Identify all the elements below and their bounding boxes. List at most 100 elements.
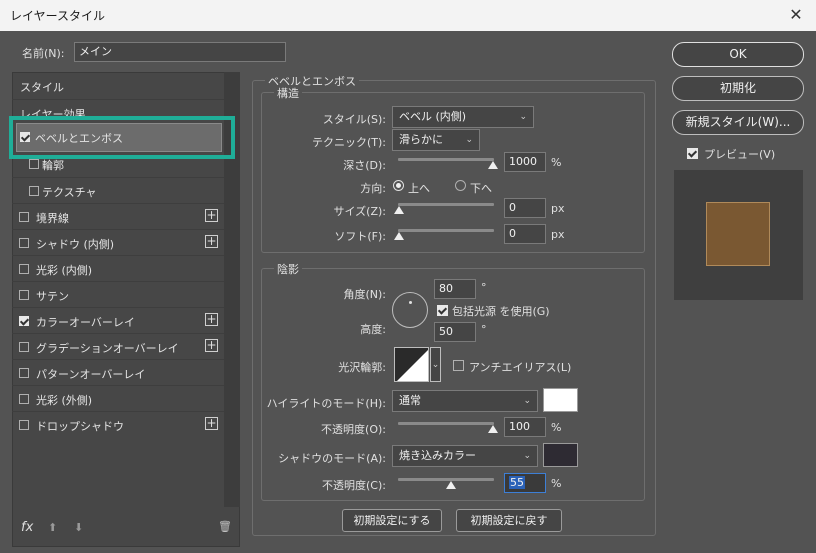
highlight-opacity-label: 不透明度(O): [321, 423, 386, 436]
style-item-label: パターンオーバーレイ [36, 368, 146, 381]
style-item-checkbox[interactable] [19, 212, 29, 222]
chevron-down-icon: ⌄ [523, 396, 531, 406]
new-style-button[interactable]: 新規スタイル(W)... [672, 110, 804, 135]
styles-header[interactable]: スタイル [12, 73, 224, 99]
direction-label: 方向: [360, 182, 386, 195]
shadow-opacity-slider-thumb[interactable] [446, 481, 456, 489]
highlight-opacity-slider-thumb[interactable] [488, 425, 498, 433]
style-item-row[interactable]: ドロップシャドウ + [12, 411, 224, 437]
add-effect-icon[interactable]: + [205, 339, 218, 352]
technique-select[interactable]: 滑らかに ⌄ [392, 129, 480, 151]
size-slider-thumb[interactable] [394, 206, 404, 214]
style-item-checkbox[interactable] [19, 342, 29, 352]
make-default-button[interactable]: 初期設定にする [342, 509, 442, 532]
style-item-row[interactable]: 輪郭 [12, 151, 224, 177]
chevron-down-icon: ⌄ [519, 112, 527, 122]
angle-label: 角度(N): [343, 288, 386, 301]
name-input[interactable]: メイン [74, 42, 286, 62]
style-item-label: ドロップシャドウ [36, 420, 124, 433]
style-item-label: テクスチャ [42, 186, 97, 199]
depth-slider-thumb[interactable] [488, 161, 498, 169]
style-item-label: シャドウ (内側) [36, 238, 115, 251]
shadow-opacity-label: 不透明度(C): [322, 479, 386, 492]
highlight-opacity-input[interactable]: 100 [504, 417, 546, 437]
altitude-input[interactable]: 50 [434, 322, 476, 342]
size-slider-track[interactable] [398, 203, 494, 206]
style-item-checkbox[interactable] [19, 394, 29, 404]
style-item-row[interactable]: テクスチャ [12, 177, 224, 203]
style-item-checkbox[interactable] [19, 238, 29, 248]
gloss-contour-dropdown[interactable]: ⌄ [430, 347, 441, 382]
style-item-checkbox[interactable] [19, 420, 29, 430]
size-input[interactable]: 0 [504, 198, 546, 218]
fx-icon[interactable]: fx [21, 520, 33, 535]
style-item-label: 境界線 [36, 212, 69, 225]
style-item-row[interactable]: シャドウ (内側) + [12, 229, 224, 255]
soften-slider-track[interactable] [398, 229, 494, 232]
depth-input[interactable]: 1000 [504, 152, 546, 172]
style-item-label: 輪郭 [42, 159, 64, 172]
style-item-row[interactable]: カラーオーバーレイ + [12, 307, 224, 333]
shadow-opacity-value: 55 [509, 476, 525, 489]
add-effect-icon[interactable]: + [205, 313, 218, 326]
style-item-row[interactable]: 光彩 (外側) [12, 385, 224, 411]
shadow-opacity-input[interactable]: 55 [504, 473, 546, 493]
style-item-checkbox[interactable] [29, 159, 39, 169]
angle-input[interactable]: 80 [434, 279, 476, 299]
style-item-checkbox[interactable] [19, 290, 29, 300]
preview-checkbox[interactable] [687, 148, 698, 159]
gloss-contour-shape [397, 350, 428, 381]
highlight-opacity-slider-track[interactable] [398, 422, 494, 425]
style-item-row[interactable]: ベベルとエンボス [17, 125, 221, 151]
gloss-contour-swatch[interactable] [394, 347, 429, 382]
style-item-checkbox[interactable] [19, 316, 29, 326]
trash-icon[interactable]: 🗑 [218, 520, 232, 533]
soften-unit: px [551, 228, 565, 241]
style-item-checkbox[interactable] [20, 132, 30, 142]
reset-button[interactable]: 初期化 [672, 76, 804, 101]
depth-slider-track[interactable] [398, 158, 494, 161]
size-label: サイズ(Z): [333, 205, 387, 218]
shadow-mode-label: シャドウのモード(A): [278, 452, 386, 465]
highlight-opacity-unit: % [551, 421, 562, 434]
style-item-row[interactable]: サテン [12, 281, 224, 307]
antialias-label: アンチエイリアス(L) [469, 361, 572, 374]
style-item-checkbox[interactable] [29, 186, 39, 196]
soften-slider-thumb[interactable] [394, 232, 404, 240]
add-effect-icon[interactable]: + [205, 209, 218, 222]
antialias-checkbox[interactable] [453, 360, 464, 371]
soften-input[interactable]: 0 [504, 224, 546, 244]
reset-default-button[interactable]: 初期設定に戻す [456, 509, 562, 532]
style-item-label: 光彩 (内側) [36, 264, 93, 277]
angle-dial[interactable] [392, 292, 428, 328]
direction-up-label: 上へ [408, 182, 430, 195]
shadow-color-swatch[interactable] [543, 443, 578, 467]
shading-title: 陰影 [274, 261, 302, 277]
bevel-style-select[interactable]: ベベル (内側) ⌄ [392, 106, 534, 128]
altitude-label: 高度: [360, 323, 386, 336]
style-item-row[interactable]: 境界線 + [12, 203, 224, 229]
style-item-label: 光彩 (外側) [36, 394, 93, 407]
style-item-row[interactable]: パターンオーバーレイ [12, 359, 224, 385]
style-item-row[interactable]: グラデーションオーバーレイ + [12, 333, 224, 359]
highlight-color-swatch[interactable] [543, 388, 578, 412]
angle-dial-marker [409, 301, 412, 304]
highlight-mode-select[interactable]: 通常 ⌄ [392, 390, 538, 412]
chevron-down-icon: ⌄ [523, 451, 531, 461]
radio-dot [396, 183, 401, 188]
add-effect-icon[interactable]: + [205, 235, 218, 248]
move-down-icon[interactable]: ⬇ [74, 521, 83, 534]
close-icon[interactable]: ✕ [786, 4, 806, 26]
shadow-mode-select[interactable]: 焼き込みカラー ⌄ [392, 445, 538, 467]
global-light-checkbox[interactable] [437, 305, 448, 316]
preview-swatch [706, 202, 770, 266]
direction-down-radio[interactable] [455, 180, 466, 191]
style-item-row[interactable]: 光彩 (内側) [12, 255, 224, 281]
direction-up-radio[interactable] [393, 180, 404, 191]
move-up-icon[interactable]: ⬆ [48, 521, 57, 534]
ok-button[interactable]: OK [672, 42, 804, 67]
add-effect-icon[interactable]: + [205, 417, 218, 430]
style-item-checkbox[interactable] [19, 264, 29, 274]
style-item-checkbox[interactable] [19, 368, 29, 378]
name-label: 名前(N): [22, 47, 65, 60]
